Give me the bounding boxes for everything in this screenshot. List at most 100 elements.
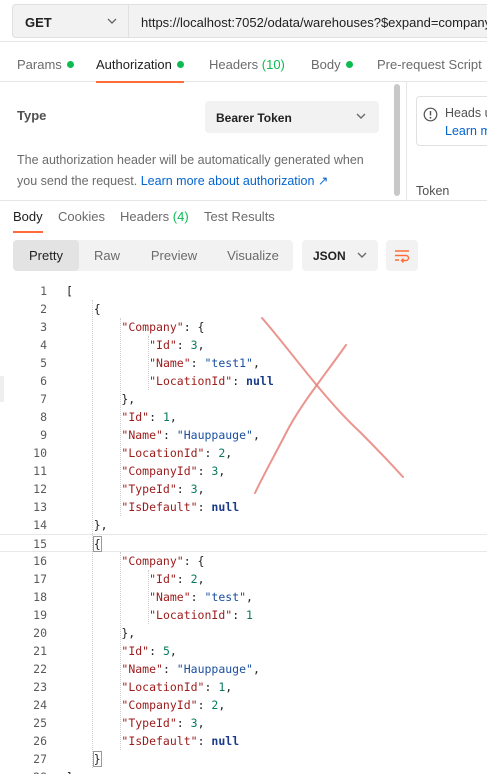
info-icon <box>423 107 438 122</box>
indent-guide <box>120 552 121 750</box>
response-body-code[interactable]: 1[2 {3 "Company": {4 "Id": 3, 5 "Name": "… <box>0 282 487 774</box>
line-number: 11 <box>33 464 47 478</box>
url-text: https://localhost:7052/odata/warehouses?… <box>141 15 487 30</box>
code-text: "Id": 3, <box>149 338 205 352</box>
line-number: 3 <box>40 320 47 334</box>
code-text: }, <box>66 518 108 532</box>
code-line: 17 "Id": 2, <box>0 570 487 588</box>
learn-more-link[interactable]: Learn more about authorization ↗ <box>141 174 329 188</box>
tab-response-headers-count: (4) <box>172 209 189 224</box>
wrap-lines-button[interactable] <box>386 240 418 271</box>
wrap-lines-icon <box>395 250 410 263</box>
code-text: "Name": "test1", <box>149 356 260 370</box>
code-line: 25 "TypeId": 3, <box>0 714 487 732</box>
view-raw-button[interactable]: Raw <box>79 240 135 271</box>
method-select[interactable]: GET <box>12 4 128 38</box>
status-dot-icon <box>345 61 353 69</box>
code-line: 1[ <box>0 282 487 300</box>
code-line: 7 }, <box>0 390 487 408</box>
status-dot-icon <box>66 61 74 69</box>
indent-guide <box>120 318 121 516</box>
code-line: 12 "TypeId": 3, <box>0 480 487 498</box>
code-line: 14 }, <box>0 516 487 534</box>
code-text: } <box>92 751 102 767</box>
code-line: 3 "Company": { <box>0 318 487 336</box>
tab-response-headers[interactable]: Headers (4) <box>120 209 189 224</box>
code-line: 6 "LocationId": null <box>0 372 487 390</box>
tab-headers[interactable]: Headers (10) <box>209 57 285 72</box>
code-text: "Company": { <box>121 554 205 568</box>
tab-pre-request-script[interactable]: Pre-request Script <box>377 57 482 72</box>
code-text: "Id": 2, <box>149 572 205 586</box>
line-number: 6 <box>40 374 47 388</box>
line-number: 4 <box>40 338 47 352</box>
line-number: 18 <box>33 590 47 604</box>
line-number: 10 <box>33 446 47 460</box>
line-number: 23 <box>33 680 47 694</box>
code-text: { <box>92 536 102 552</box>
url-bar: GET https://localhost:7052/odata/warehou… <box>0 0 487 42</box>
line-number: 15 <box>33 537 47 551</box>
code-text: "Id": 1, <box>121 410 177 424</box>
indent-guide <box>148 570 149 624</box>
line-number: 25 <box>33 716 47 730</box>
code-text: "LocationId": 2, <box>121 446 233 460</box>
authorization-pane: Type Bearer Token The authorization head… <box>0 82 487 200</box>
tab-authorization-label: Authorization <box>96 57 172 72</box>
line-number: 19 <box>33 608 47 622</box>
url-input[interactable]: https://localhost:7052/odata/warehouses?… <box>128 4 487 38</box>
tab-headers-label: Headers <box>209 57 259 72</box>
code-line: 4 "Id": 3, <box>0 336 487 354</box>
tab-cookies[interactable]: Cookies <box>58 209 105 224</box>
code-line: 21 "Id": 5, <box>0 642 487 660</box>
line-number: 24 <box>33 698 47 712</box>
code-line: 20 }, <box>0 624 487 642</box>
code-text: { <box>66 302 101 316</box>
code-text: "CompanyId": 2, <box>121 698 226 712</box>
tab-body[interactable]: Body <box>311 57 353 72</box>
code-text: "Company": { <box>121 320 205 334</box>
code-text: }, <box>66 392 136 406</box>
code-text: }, <box>66 626 136 640</box>
line-number: 13 <box>33 500 47 514</box>
tab-body-label: Body <box>311 57 341 72</box>
line-number: 20 <box>33 626 47 640</box>
auth-description: The authorization header will be automat… <box>17 150 387 192</box>
chevron-down-icon <box>107 18 117 24</box>
tab-params-label: Params <box>17 57 62 72</box>
line-number: 28 <box>0 768 47 774</box>
code-text: "LocationId": null <box>149 374 274 388</box>
tab-response-body[interactable]: Body <box>13 209 43 233</box>
tab-authorization[interactable]: Authorization <box>96 57 184 83</box>
auth-type-select[interactable]: Bearer Token <box>205 101 379 133</box>
code-text: "CompanyId": 3, <box>121 464 226 478</box>
code-line: 19 "LocationId": 1 <box>0 606 487 624</box>
view-preview-button[interactable]: Preview <box>135 240 213 271</box>
line-number: 1 <box>40 284 47 298</box>
type-label: Type <box>17 108 47 123</box>
tab-test-results[interactable]: Test Results <box>204 209 275 224</box>
token-label: Token <box>416 184 450 198</box>
scrollbar[interactable] <box>394 84 400 196</box>
tab-headers-count: (10) <box>261 57 285 72</box>
code-text: [ <box>66 284 73 298</box>
code-line: 8 "Id": 1, <box>0 408 487 426</box>
line-number: 7 <box>40 392 47 406</box>
code-text: "LocationId": 1, <box>121 680 233 694</box>
tab-params[interactable]: Params <box>17 57 74 72</box>
indent-guide <box>92 300 93 768</box>
format-select[interactable]: JSON <box>302 240 378 271</box>
line-number: 17 <box>33 572 47 586</box>
line-number: 21 <box>33 644 47 658</box>
view-visualize-button[interactable]: Visualize <box>213 240 293 271</box>
code-line: 28] <box>0 768 487 774</box>
pane-divider[interactable] <box>406 82 407 200</box>
line-number: 5 <box>40 356 47 370</box>
tab-response-headers-label: Headers <box>120 209 170 224</box>
tab-cookies-label: Cookies <box>58 209 105 224</box>
code-line: 18 "Name": "test", <box>0 588 487 606</box>
info-link[interactable]: Learn m <box>445 124 487 138</box>
line-number: 2 <box>40 302 47 316</box>
view-pretty-button[interactable]: Pretty <box>13 240 79 271</box>
line-number: 16 <box>33 554 47 568</box>
